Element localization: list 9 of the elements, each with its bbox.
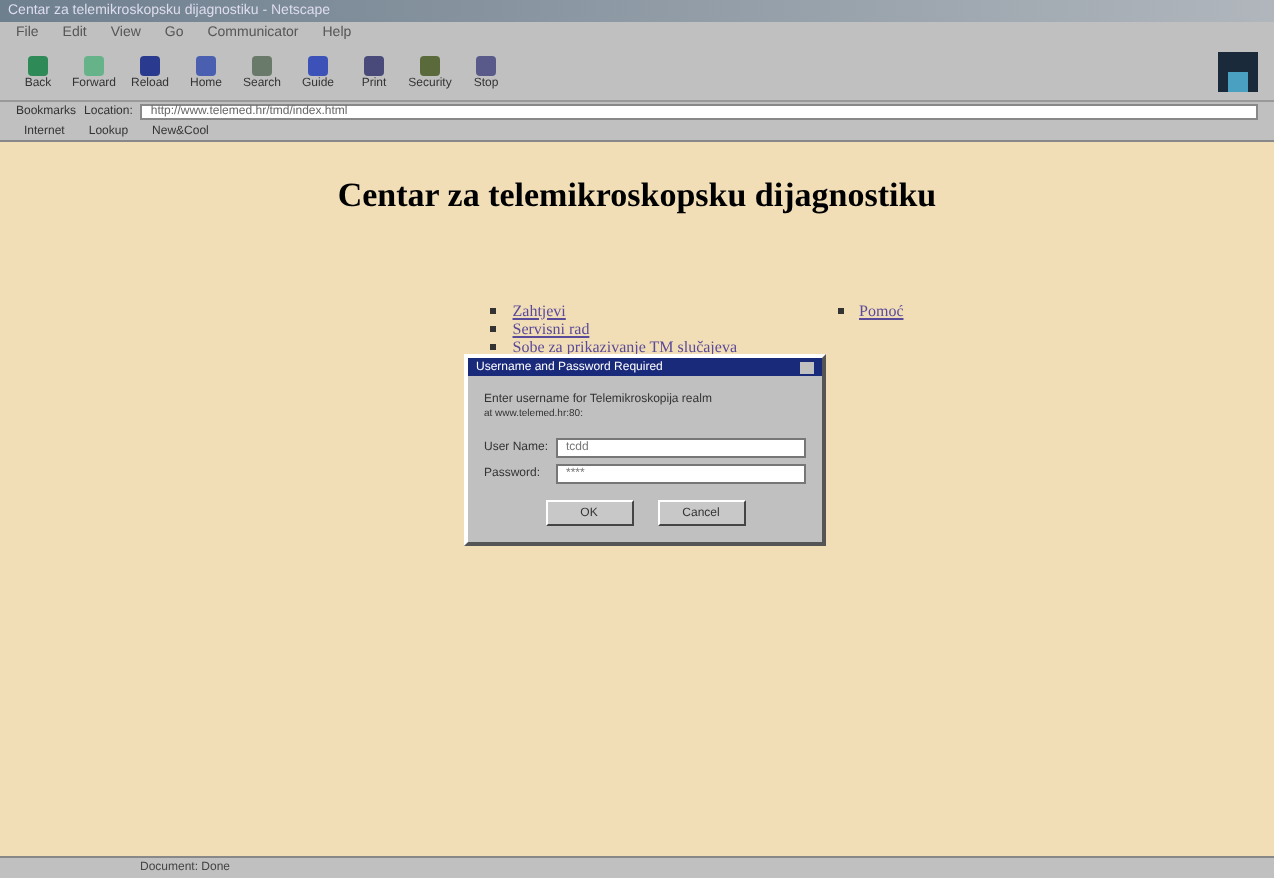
page-link[interactable]: Servisni rad <box>512 319 590 337</box>
page-link[interactable]: Sobe za prikazivanje TM slučajeva <box>512 337 738 355</box>
page-link[interactable]: Zahtjevi <box>512 301 566 319</box>
bullet-icon <box>490 307 497 313</box>
bullet-icon <box>490 325 497 331</box>
bullet-icon <box>490 343 497 349</box>
page-heading: Centar za telemikroskopsku dijagnostiku <box>337 174 937 218</box>
bullet-icon <box>837 307 844 313</box>
page-link[interactable]: Pomoć <box>859 301 904 319</box>
